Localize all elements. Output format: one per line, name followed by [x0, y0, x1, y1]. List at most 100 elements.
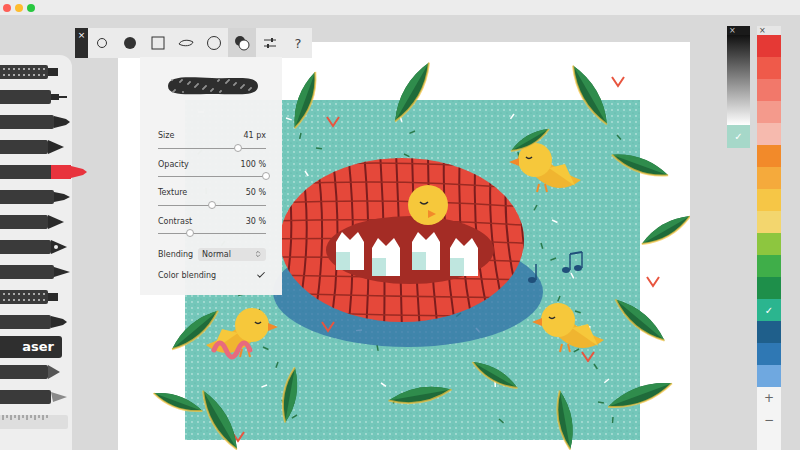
blending-select[interactable]: Normal — [198, 248, 266, 261]
grass-dash — [575, 311, 581, 313]
add-color-button[interactable]: + — [757, 387, 781, 409]
overlap-circles-icon — [234, 35, 250, 51]
slider-row: Opacity100 % — [158, 160, 266, 181]
current-color[interactable]: ✓ — [727, 125, 750, 148]
tray-tool[interactable]: aser — [0, 334, 72, 359]
color-swatch[interactable] — [757, 123, 781, 145]
window-control[interactable] — [3, 4, 11, 12]
tray-tool[interactable] — [0, 84, 72, 109]
leaf — [387, 382, 453, 407]
marker-tool-icon — [0, 160, 90, 184]
color-swatch[interactable] — [757, 211, 781, 233]
tray-tool[interactable] — [0, 259, 72, 284]
slider-row: Texture50 % — [158, 188, 266, 209]
leaf — [279, 366, 301, 423]
music-notes — [528, 252, 582, 283]
window-control[interactable] — [15, 4, 23, 12]
brush-panel: Size41 pxOpacity100 %Texture50 %Contrast… — [140, 57, 282, 295]
color-swatch[interactable] — [757, 343, 781, 365]
grass-dash — [534, 205, 537, 210]
slider-knob[interactable] — [234, 144, 242, 152]
close-button[interactable]: × — [727, 26, 750, 35]
tray-tool[interactable] — [0, 359, 72, 384]
color-blending-row[interactable]: Color blending — [158, 269, 266, 281]
tray-tool[interactable] — [0, 284, 72, 309]
color-swatch[interactable] — [757, 189, 781, 211]
window-control[interactable] — [27, 4, 35, 12]
ruler-tool-icon — [0, 410, 90, 434]
tray-tool[interactable] — [0, 109, 72, 134]
grass-dash — [541, 243, 543, 249]
color-swatch[interactable] — [757, 35, 781, 57]
close-button[interactable]: × — [75, 28, 88, 58]
slider-knob[interactable] — [262, 172, 270, 180]
tray-tool[interactable] — [0, 409, 72, 434]
tray-tool[interactable] — [0, 184, 72, 209]
slider-track[interactable] — [158, 233, 266, 234]
toolbar-button[interactable] — [116, 28, 144, 58]
color-swatch[interactable] — [757, 277, 781, 299]
app-window: aser×✓×✓+−×?Size41 pxOpacity100 %Texture… — [0, 0, 800, 450]
help-button[interactable]: ? — [284, 28, 312, 58]
slider-reading: 100 % — [241, 160, 266, 170]
grass-dash — [404, 154, 409, 157]
tray-tool[interactable] — [0, 309, 72, 334]
tray-tool[interactable] — [0, 59, 72, 84]
blending-row: BlendingNormal — [158, 247, 266, 261]
grass-dash — [286, 118, 292, 120]
toolbar-button[interactable] — [200, 28, 228, 58]
color-swatch[interactable] — [757, 365, 781, 387]
color-swatch[interactable]: ✓ — [757, 299, 781, 321]
slider-track[interactable] — [158, 148, 266, 149]
chevron-mark — [582, 352, 594, 361]
textured-tool-icon — [0, 285, 90, 309]
tool-tray: aser — [0, 55, 72, 450]
eraser-tool[interactable]: aser — [0, 336, 62, 358]
leaf — [470, 357, 521, 393]
tray-tool[interactable] — [0, 134, 72, 159]
slider-track[interactable] — [158, 176, 266, 177]
toolbar-button[interactable] — [228, 28, 256, 58]
bird — [532, 303, 604, 352]
tray-tool[interactable] — [0, 384, 72, 409]
tray-tool[interactable] — [0, 234, 72, 259]
fineliner-tool-icon — [0, 85, 90, 109]
leaf — [639, 211, 690, 250]
color-swatch[interactable] — [757, 79, 781, 101]
grass-dash — [292, 415, 297, 418]
toolbar-button[interactable] — [256, 28, 284, 58]
color-swatch[interactable] — [757, 57, 781, 79]
slider-knob[interactable] — [186, 229, 194, 237]
grass-dash — [261, 385, 267, 387]
grass-dash — [574, 349, 579, 352]
grass-dash — [604, 379, 609, 383]
color-swatch[interactable] — [757, 255, 781, 277]
grass-dash — [617, 135, 621, 140]
gray-panel: ×✓ — [727, 26, 750, 148]
toolbar-button[interactable] — [88, 28, 116, 58]
remove-color-button[interactable]: − — [757, 409, 781, 431]
marker-tool-icon — [0, 110, 90, 134]
gray-gradient[interactable] — [727, 35, 750, 125]
grass-dash — [316, 147, 322, 149]
toolbar-button[interactable] — [144, 28, 172, 58]
square-icon — [150, 35, 166, 51]
sliders-icon — [262, 35, 278, 51]
chevron-mark — [322, 322, 334, 331]
leaf — [553, 389, 577, 450]
color-swatch[interactable] — [757, 145, 781, 167]
slider-track[interactable] — [158, 205, 266, 206]
tray-tool[interactable] — [0, 159, 72, 184]
color-swatch[interactable] — [757, 321, 781, 343]
grass-dash — [558, 296, 560, 302]
tray-tool[interactable] — [0, 209, 72, 234]
color-swatch[interactable] — [757, 167, 781, 189]
slider-knob[interactable] — [208, 201, 216, 209]
color-blending-label: Color blending — [158, 271, 216, 280]
blob-icon — [178, 35, 194, 51]
color-swatch[interactable] — [757, 233, 781, 255]
close-button[interactable]: × — [757, 26, 781, 35]
color-swatch[interactable] — [757, 101, 781, 123]
toolbar-button[interactable] — [172, 28, 200, 58]
pen-tool-icon — [0, 135, 90, 159]
